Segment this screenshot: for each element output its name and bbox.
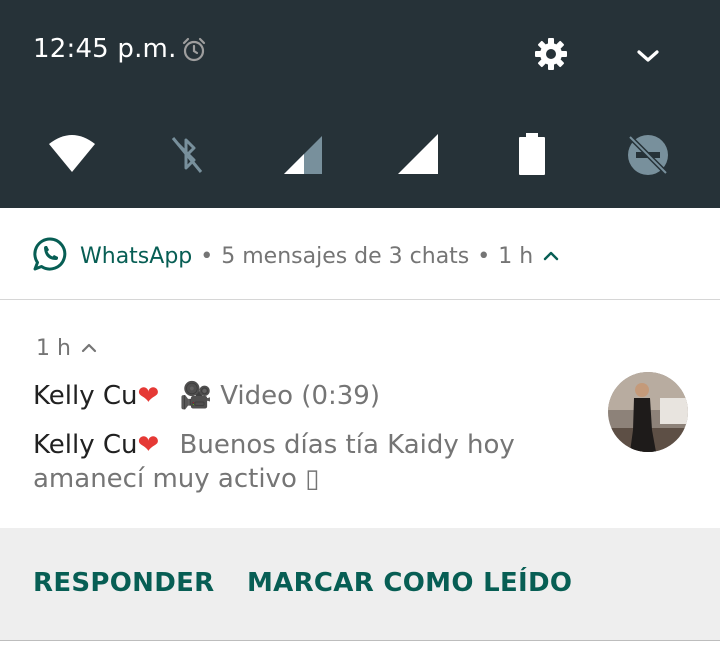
notification-summary: 5 mensajes de 3 chats <box>221 243 470 269</box>
status-time: 12:45 p.m. <box>33 34 177 64</box>
message-text: Video (0:39) <box>220 381 380 411</box>
video-camera-icon: 🎥 <box>179 381 212 411</box>
whatsapp-icon <box>33 237 67 271</box>
message-sender: Kelly Cu <box>33 430 138 460</box>
quick-settings-row <box>0 130 720 180</box>
contact-photo <box>608 372 688 452</box>
header-time: 1 h <box>498 243 534 269</box>
heart-emoji: ❤ <box>137 430 160 460</box>
bottom-divider-area <box>0 641 720 649</box>
wifi-icon[interactable] <box>47 130 97 180</box>
alarm-icon <box>182 37 206 62</box>
collapse-chevron-icon[interactable] <box>81 342 97 354</box>
mark-as-read-button[interactable]: MARCAR COMO LEÍDO <box>247 568 572 598</box>
app-name: WhatsApp <box>80 243 193 269</box>
bluetooth-off-icon[interactable] <box>161 130 211 180</box>
message-group-time: 1 h <box>36 334 97 362</box>
signal-full-icon[interactable] <box>396 130 446 180</box>
unsupported-emoji-glyph: ▯ <box>305 464 320 494</box>
do-not-disturb-off-icon[interactable] <box>624 130 674 180</box>
settings-gear-icon[interactable] <box>533 36 569 72</box>
reply-button[interactable]: RESPONDER <box>33 568 215 598</box>
message-item[interactable]: Kelly Cu❤ Buenos días tía Kaidy hoy aman… <box>33 428 593 496</box>
signal-partial-icon[interactable] <box>282 130 332 180</box>
separator-dot: • <box>200 243 214 269</box>
battery-icon[interactable] <box>507 130 557 180</box>
avatar <box>608 372 688 452</box>
heart-emoji: ❤ <box>137 381 160 411</box>
body-time-label: 1 h <box>36 335 71 361</box>
separator-dot: • <box>477 243 491 269</box>
notification-header-line: WhatsApp • 5 mensajes de 3 chats • 1 h <box>80 240 559 272</box>
collapse-chevron-icon[interactable] <box>543 250 559 262</box>
message-item[interactable]: Kelly Cu❤ 🎥 Video (0:39) <box>33 379 593 413</box>
message-sender: Kelly Cu <box>33 381 138 411</box>
expand-chevron-icon[interactable] <box>632 44 664 68</box>
